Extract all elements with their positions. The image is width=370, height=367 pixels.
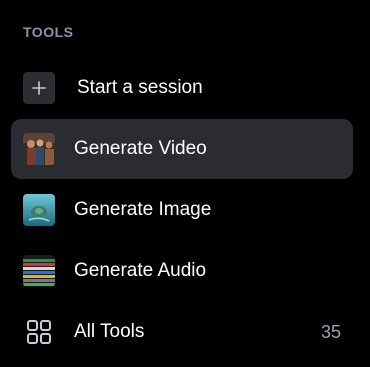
generate-image-item[interactable]: Generate Image: [11, 180, 353, 240]
video-thumbnail-icon: [23, 133, 55, 165]
start-session-label: Start a session: [77, 77, 203, 98]
generate-video-item[interactable]: Generate Video: [11, 119, 353, 179]
audio-thumbnail-icon: [23, 255, 55, 287]
all-tools-count: 35: [320, 321, 341, 342]
tools-section-label: TOOLS: [23, 24, 74, 40]
plus-icon: [23, 72, 55, 104]
generate-audio-label: Generate Audio: [74, 260, 207, 281]
grid-icon: [23, 316, 55, 348]
generate-image-label: Generate Image: [74, 199, 212, 220]
start-session-item[interactable]: Start a session: [11, 58, 353, 118]
generate-audio-item[interactable]: Generate Audio: [11, 241, 353, 301]
image-thumbnail-icon: [23, 194, 55, 226]
all-tools-label: All Tools: [74, 321, 145, 342]
generate-video-label: Generate Video: [74, 138, 207, 159]
all-tools-item[interactable]: All Tools 35: [11, 302, 353, 362]
